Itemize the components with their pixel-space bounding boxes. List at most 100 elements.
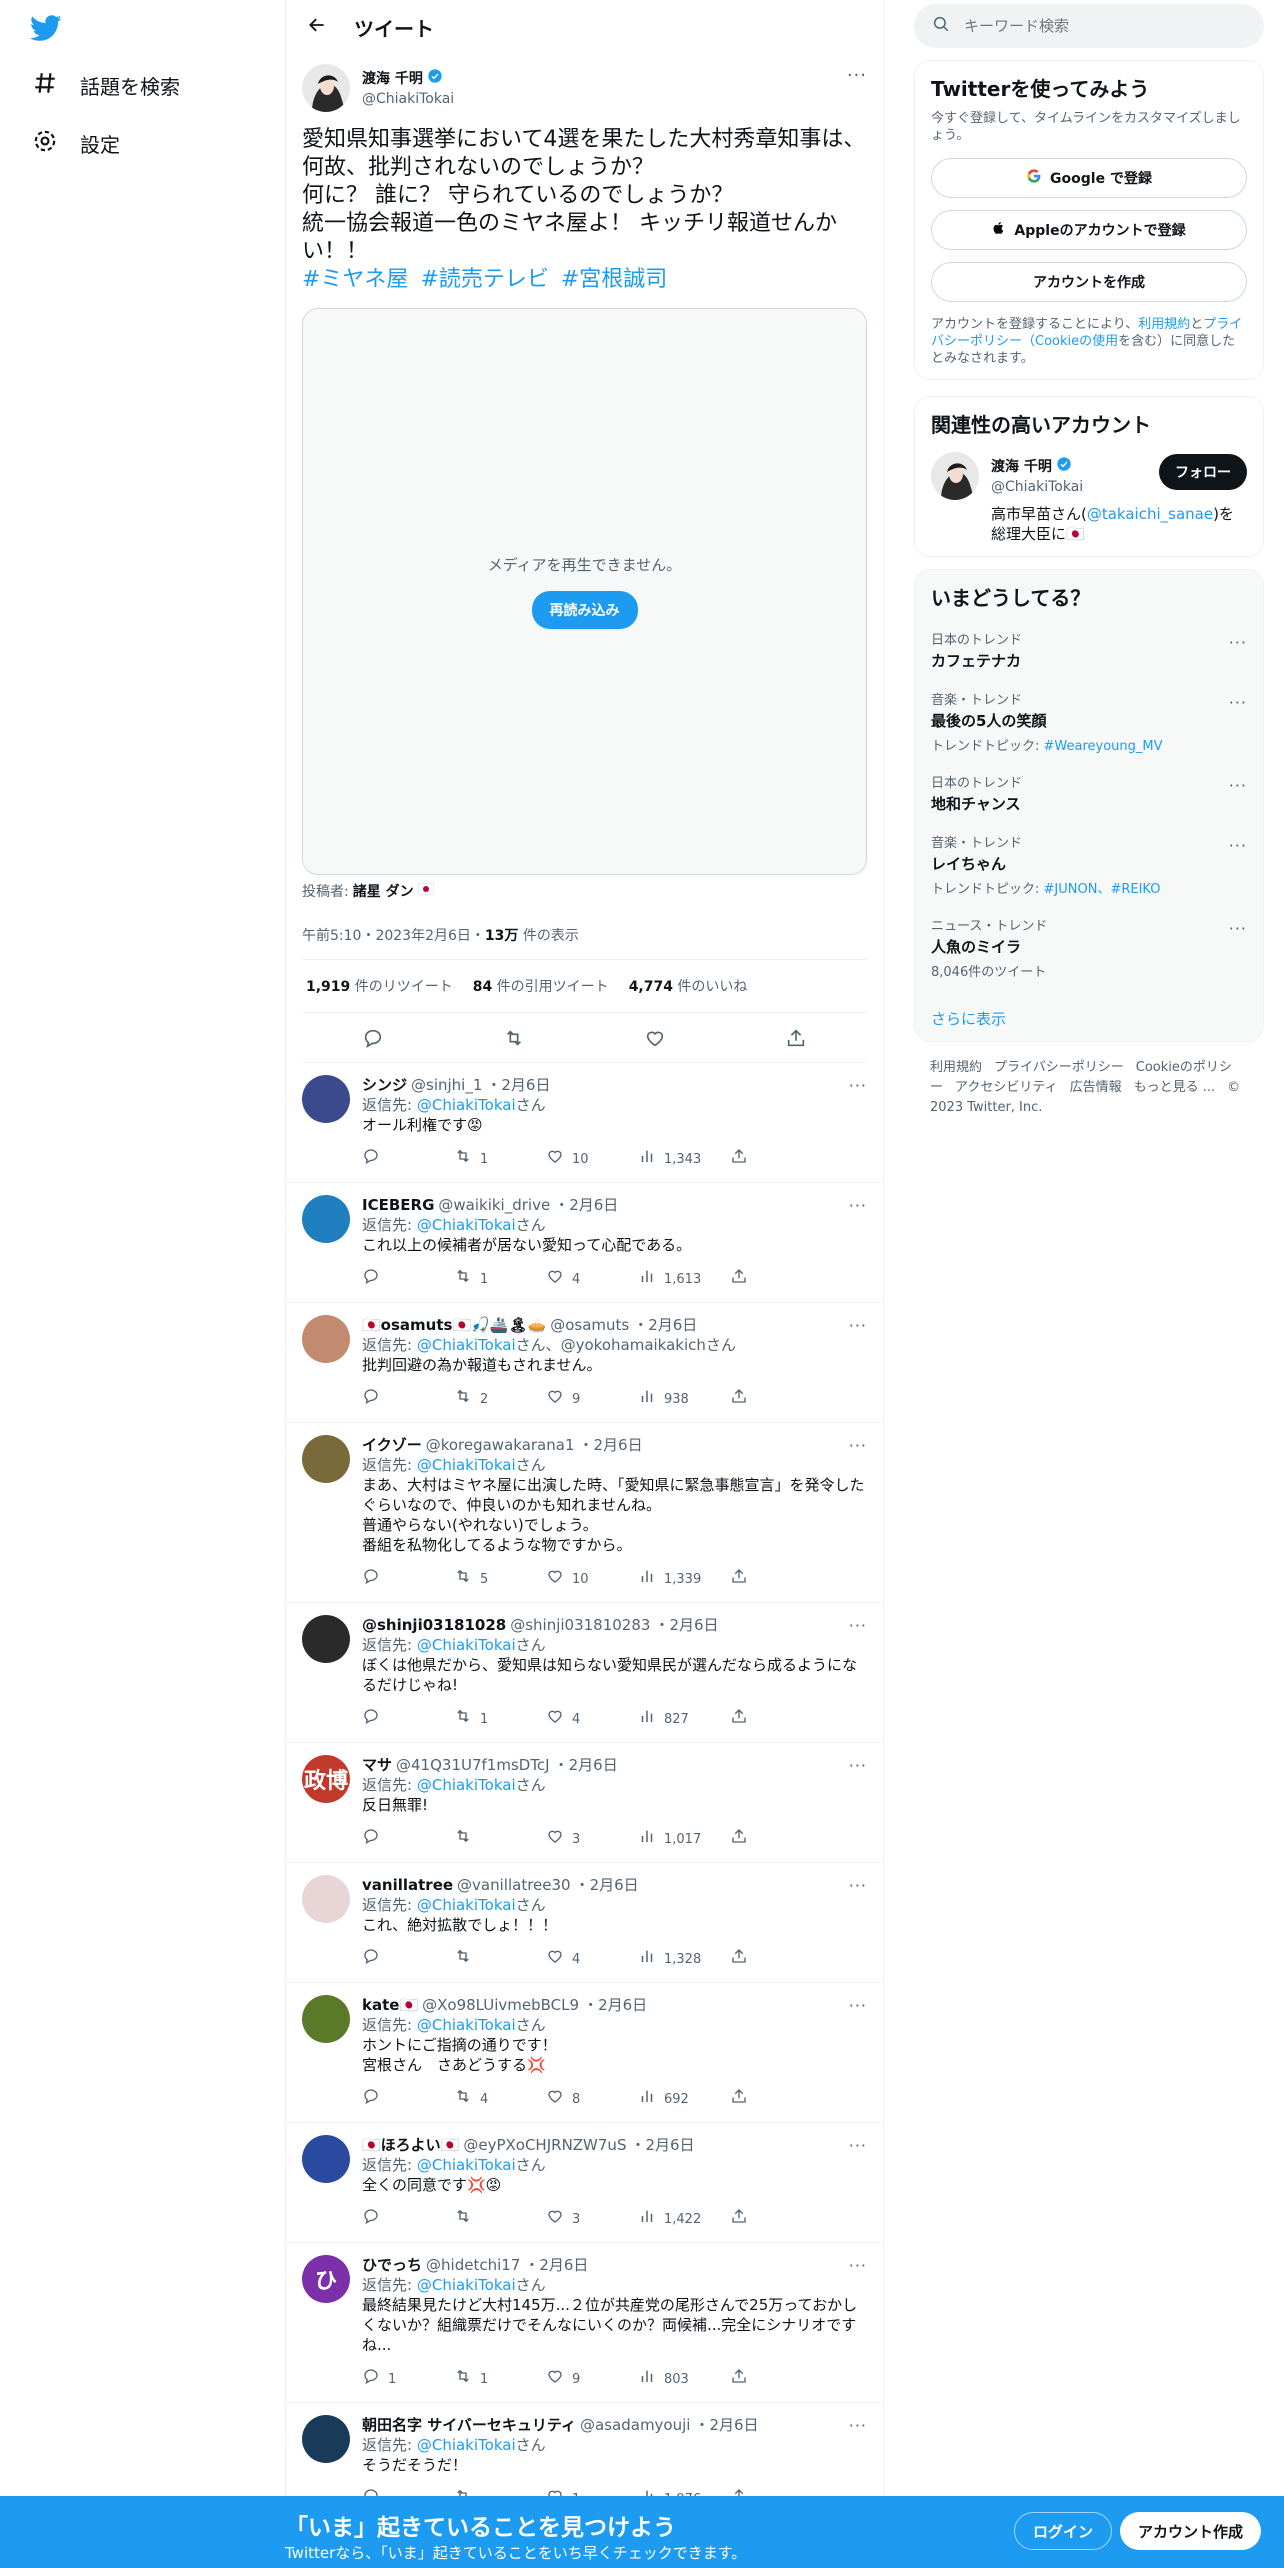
footer-link[interactable]: プライバシーポリシー: [994, 1060, 1124, 1075]
share-button[interactable]: [730, 1827, 748, 1852]
more-options-icon[interactable]: ···: [849, 1198, 867, 1214]
retweet-button[interactable]: 1: [454, 1267, 546, 1292]
reply-author-handle[interactable]: @sinjhi_1: [411, 1075, 482, 1095]
reply-author-handle[interactable]: @41Q31U7f1msDTcJ: [396, 1755, 550, 1775]
trend-topic-link[interactable]: #JUNON、#REIKO: [1044, 882, 1161, 897]
tweet-time[interactable]: 午前5:10・2023年2月6日・: [302, 928, 485, 944]
reply-author-name[interactable]: イクゾー: [362, 1435, 422, 1455]
avatar[interactable]: [302, 1875, 350, 1923]
like-button[interactable]: 8: [546, 2087, 638, 2112]
create-account-button[interactable]: アカウントを作成: [931, 262, 1247, 302]
reply-button[interactable]: [362, 1387, 454, 1412]
more-options-icon[interactable]: ···: [849, 2418, 867, 2434]
reply-tweet[interactable]: 政博 マサ @41Q31U7f1msDTcJ ・2月6日 返信先: @ChiakiTok…: [286, 1743, 883, 1863]
avatar[interactable]: 政博: [302, 1755, 350, 1803]
twitter-logo-icon[interactable]: [29, 12, 66, 48]
reply-date[interactable]: ・2月6日: [554, 1195, 618, 1215]
mention-link[interactable]: @ChiakiTokai: [417, 2436, 516, 2454]
search-box[interactable]: [914, 4, 1264, 48]
mention-link[interactable]: @ChiakiTokai: [417, 1896, 516, 1914]
mention-link[interactable]: @ChiakiTokai: [417, 1456, 516, 1474]
bio-mention-link[interactable]: @takaichi_sanae: [1087, 505, 1213, 523]
reply-tweet[interactable]: 🇯🇵osamuts🇯🇵🎣🚢🏝🥧 @osamuts ・2月6日 返信先: @Chiaki…: [286, 1303, 883, 1423]
retweet-button[interactable]: 1: [454, 2367, 546, 2392]
more-options-icon[interactable]: ···: [849, 1878, 867, 1894]
views-button[interactable]: 1,343: [638, 1147, 730, 1172]
more-options-icon[interactable]: ···: [849, 2138, 867, 2154]
like-button[interactable]: 4: [546, 1267, 638, 1292]
reply-date[interactable]: ・2月6日: [654, 1615, 718, 1635]
like-button[interactable]: 9: [546, 1387, 638, 1412]
views-button[interactable]: 1,017: [638, 1827, 730, 1852]
views-button[interactable]: 1,339: [638, 1567, 730, 1592]
views-button[interactable]: 827: [638, 1707, 730, 1732]
share-button[interactable]: [730, 1947, 748, 1972]
retweet-icon[interactable]: [503, 1027, 525, 1049]
more-options-icon[interactable]: ···: [849, 1998, 867, 2014]
login-button[interactable]: ログイン: [1014, 2512, 1113, 2550]
mention-link[interactable]: @ChiakiTokai: [417, 1336, 516, 1354]
reply-tweet[interactable]: ひ ひでっち @hidetchi17 ・2月6日 返信先: @ChiakiTokaiさん…: [286, 2243, 883, 2403]
reply-tweet[interactable]: シンジ @sinjhi_1 ・2月6日 返信先: @ChiakiTokaiさん オール利…: [286, 1063, 883, 1183]
views-button[interactable]: 1,613: [638, 1267, 730, 1292]
avatar[interactable]: [302, 2135, 350, 2183]
reply-author-name[interactable]: 朝田名字 サイバーセキュリティ: [362, 2415, 576, 2435]
more-options-icon[interactable]: ···: [1229, 836, 1247, 855]
like-button[interactable]: 10: [546, 1147, 638, 1172]
reply-author-handle[interactable]: @hidetchi17: [426, 2255, 520, 2275]
like-button[interactable]: 4: [546, 1947, 638, 1972]
mention-link[interactable]: @ChiakiTokai: [417, 1636, 516, 1654]
like-icon[interactable]: [644, 1027, 666, 1049]
more-options-icon[interactable]: ···: [849, 1438, 867, 1454]
retweet-button[interactable]: [454, 2207, 546, 2232]
avatar[interactable]: [302, 2415, 350, 2463]
reply-author-name[interactable]: マサ: [362, 1755, 392, 1775]
follow-button[interactable]: フォロー: [1159, 454, 1247, 490]
back-button[interactable]: [300, 10, 334, 44]
trend-item[interactable]: ニュース・トレンド 人魚のミイラ 8,046件のツイート ···: [931, 915, 1247, 980]
reply-author-name[interactable]: 🇯🇵osamuts🇯🇵🎣🚢🏝🥧: [362, 1315, 546, 1335]
trend-topic-link[interactable]: #Weareyoung_MV: [1044, 739, 1163, 754]
more-options-icon[interactable]: ···: [849, 1078, 867, 1094]
terms-link[interactable]: 利用規約: [1138, 317, 1190, 332]
reply-author-handle[interactable]: @eyPXoCHJRNZW7uS: [463, 2135, 626, 2155]
author-handle[interactable]: @ChiakiTokai: [362, 90, 454, 109]
retweet-button[interactable]: 1: [454, 1147, 546, 1172]
reply-icon[interactable]: [362, 1027, 384, 1049]
reply-date[interactable]: ・2月6日: [486, 1075, 550, 1095]
like-button[interactable]: 3: [546, 1827, 638, 1852]
avatar[interactable]: [302, 1995, 350, 2043]
more-options-icon[interactable]: ···: [1229, 919, 1247, 938]
google-signup-button[interactable]: Google で登録: [931, 158, 1247, 198]
trend-item[interactable]: 日本のトレンド カフェテナカ ···: [931, 629, 1247, 671]
views-button[interactable]: 1,422: [638, 2207, 730, 2232]
retweet-button[interactable]: 2: [454, 1387, 546, 1412]
like-button[interactable]: 10: [546, 1567, 638, 1592]
reply-date[interactable]: ・2月6日: [694, 2415, 758, 2435]
author-name[interactable]: 渡海 千明: [362, 70, 423, 89]
avatar[interactable]: [302, 64, 350, 112]
reply-tweet[interactable]: vanillatree @vanillatree30 ・2月6日 返信先: @Chia…: [286, 1863, 883, 1983]
share-button[interactable]: [730, 1147, 748, 1172]
like-button[interactable]: 3: [546, 2207, 638, 2232]
reply-author-name[interactable]: vanillatree: [362, 1875, 453, 1895]
reply-date[interactable]: ・2月6日: [575, 1875, 639, 1895]
retweet-button[interactable]: 5: [454, 1567, 546, 1592]
views-button[interactable]: 1,328: [638, 1947, 730, 1972]
views-button[interactable]: 692: [638, 2087, 730, 2112]
reply-author-name[interactable]: 🇯🇵ほろよい🇯🇵: [362, 2135, 459, 2155]
reply-button[interactable]: [362, 2087, 454, 2112]
reply-button[interactable]: [362, 1827, 454, 1852]
footer-link[interactable]: 利用規約: [930, 1060, 982, 1075]
avatar[interactable]: ひ: [302, 2255, 350, 2303]
trend-item[interactable]: 音楽・トレンド 最後の5人の笑顔 トレンドトピック: #Weareyoung_MV ·…: [931, 689, 1247, 754]
share-button[interactable]: [730, 1567, 748, 1592]
share-button[interactable]: [730, 2367, 748, 2392]
reply-date[interactable]: ・2月6日: [524, 2255, 588, 2275]
reply-button[interactable]: [362, 1267, 454, 1292]
related-account[interactable]: 渡海 千明 @ChiakiTokai フォロー: [931, 452, 1247, 500]
reply-tweet[interactable]: ICEBERG @waikiki_drive ・2月6日 返信先: @ChiakiTo…: [286, 1183, 883, 1303]
avatar[interactable]: [302, 1315, 350, 1363]
mention-link[interactable]: @ChiakiTokai: [417, 2276, 516, 2294]
mention-link[interactable]: @ChiakiTokai: [417, 1216, 516, 1234]
